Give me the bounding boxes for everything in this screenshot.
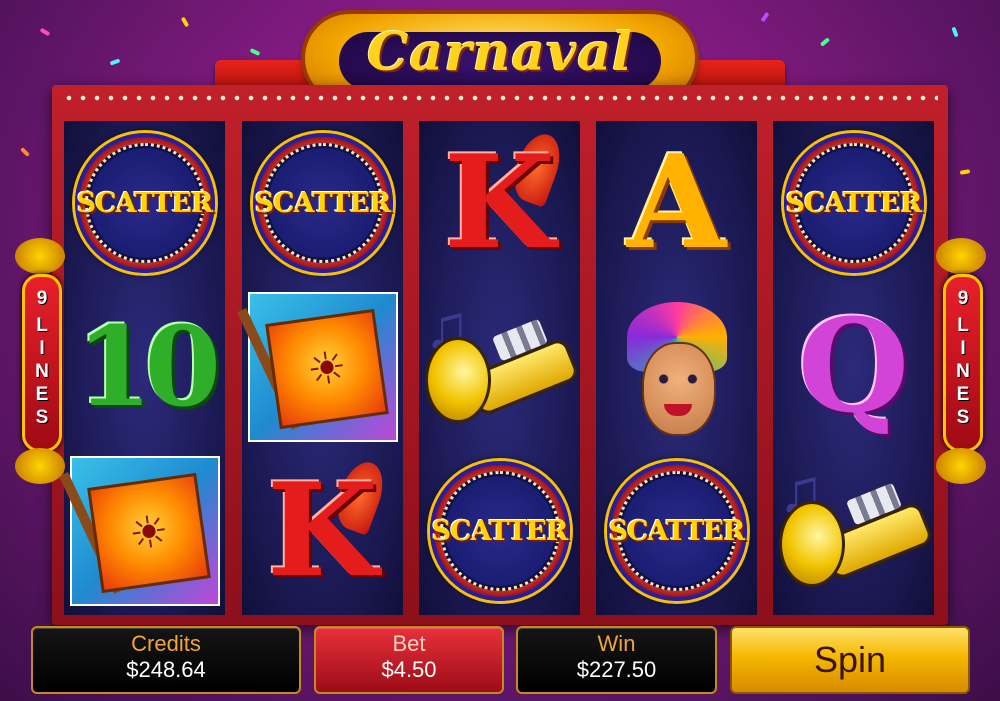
symbol-banner-flag: ☀ bbox=[58, 449, 225, 613]
win-label: Win bbox=[597, 631, 636, 656]
symbol-scatter: SCATTER bbox=[419, 449, 580, 613]
symbol-trumpet: ♫ bbox=[773, 449, 934, 613]
reel-5: SCATTER Q ♫ bbox=[773, 121, 934, 615]
reel-1: SCATTER 10 ☀ bbox=[58, 121, 225, 615]
reel-3: K ♫ SCATTER bbox=[419, 121, 580, 615]
paylines-label: 9LINES bbox=[956, 288, 970, 428]
spin-button[interactable]: Spin bbox=[730, 626, 970, 694]
reel-2: SCATTER ☀ K bbox=[236, 121, 403, 615]
paylines-label: 9LINES bbox=[35, 288, 49, 428]
symbol-trumpet: ♫ bbox=[419, 285, 580, 449]
credits-label: Credits bbox=[131, 631, 201, 656]
paylines-badge-left: 9LINES bbox=[15, 238, 65, 484]
bet-label: Bet bbox=[392, 631, 426, 656]
bet-button[interactable]: Bet $4.50 bbox=[314, 626, 504, 694]
sun-emblem-icon: ☀ bbox=[303, 341, 350, 397]
paylines-badge-right: 9LINES bbox=[936, 238, 986, 484]
trumpet-icon: ♫ bbox=[424, 297, 580, 437]
game-title: Carnaval bbox=[367, 22, 633, 83]
symbol-scatter: SCATTER bbox=[64, 121, 225, 285]
symbol-king: K bbox=[242, 449, 403, 613]
symbol-ace: A bbox=[626, 128, 727, 278]
credits-display: Credits $248.64 bbox=[31, 626, 301, 694]
symbol-carnival-dancer bbox=[596, 285, 757, 449]
reel-4: A SCATTER bbox=[596, 121, 757, 615]
symbol-queen: Q bbox=[797, 292, 910, 442]
win-value: $227.50 bbox=[576, 657, 657, 682]
credits-value: $248.64 bbox=[126, 657, 206, 682]
sun-emblem-icon: ☀ bbox=[125, 505, 172, 561]
win-display: Win $227.50 bbox=[516, 626, 717, 694]
symbol-scatter: SCATTER bbox=[773, 121, 934, 285]
symbol-scatter: SCATTER bbox=[242, 121, 403, 285]
symbol-king: K bbox=[419, 121, 580, 285]
symbol-ten: 10 bbox=[75, 302, 221, 431]
symbol-banner-flag: ☀ bbox=[236, 285, 403, 449]
trumpet-icon: ♫ bbox=[778, 461, 934, 601]
bet-value: $4.50 bbox=[381, 657, 437, 682]
symbol-scatter: SCATTER bbox=[596, 449, 757, 613]
carnival-dancer-icon bbox=[602, 292, 752, 442]
